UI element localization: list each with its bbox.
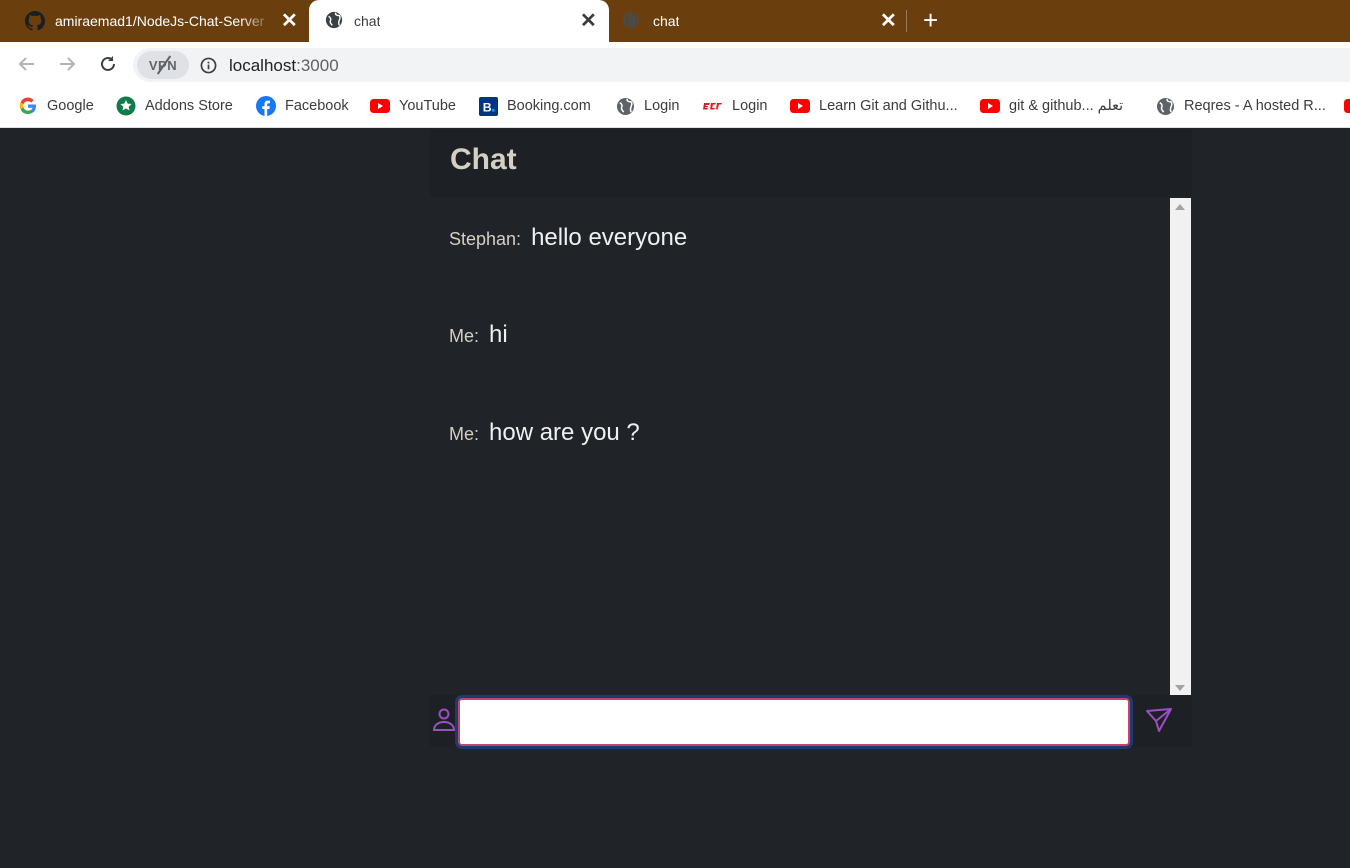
tab-chat-active[interactable]: chat ✕ [309, 0, 609, 42]
tab-title: chat [354, 13, 381, 29]
message-input[interactable] [455, 695, 1133, 749]
tab-chat[interactable]: chat ✕ [610, 0, 906, 42]
url-text: localhost:3000 [229, 56, 339, 76]
send-icon[interactable] [1145, 707, 1173, 738]
chat-header: Chat [430, 129, 1192, 197]
page-viewport: Chat Stephan: hello everyone Me: hi Me: … [0, 129, 1350, 868]
address-bar[interactable]: VPN localhost:3000 [133, 48, 1350, 82]
bookmark-login-1[interactable]: Login [615, 96, 679, 116]
user-icon [432, 707, 456, 738]
bookmark-git-github-arabic[interactable]: git & github... تعلم [980, 96, 1123, 116]
back-arrow-icon[interactable] [15, 52, 39, 76]
tab-github[interactable]: amiraemad1/NodeJs-Chat-Server ✕ [0, 0, 308, 42]
url-host: localhost [229, 56, 297, 75]
bookmark-label: Login [732, 98, 768, 114]
bookmark-reqres[interactable]: Reqres - A hosted R... [1155, 96, 1326, 116]
message-sender: Stephan: [449, 229, 522, 249]
bookmark-label: Learn Git and Githu... [819, 98, 958, 114]
tab-title: amiraemad1/NodeJs-Chat-Server [55, 13, 265, 29]
bookmarks-bar: Google Addons Store Facebook YouTube B B… [0, 86, 1350, 128]
bookmark-google[interactable]: Google [18, 96, 94, 116]
message-sender: Me: [449, 424, 480, 444]
bookmark-label: git & github... تعلم [1009, 98, 1124, 114]
message-item: Stephan: hello everyone [449, 224, 687, 252]
booking-icon: B [478, 96, 498, 116]
message-sender: Me: [449, 326, 480, 346]
globe-icon [1155, 96, 1175, 116]
globe-icon [325, 11, 343, 32]
tab-title: chat [653, 13, 680, 29]
youtube-icon [790, 96, 810, 116]
bookmark-login-2[interactable]: Login [703, 96, 767, 116]
bookmark-booking[interactable]: B Booking.com [478, 96, 591, 116]
message-list[interactable]: Stephan: hello everyone Me: hi Me: how a… [430, 198, 1171, 698]
bookmark-youtube[interactable]: YouTube [370, 96, 456, 116]
youtube-icon [980, 96, 1000, 116]
globe-icon [615, 96, 635, 116]
bookmark-label: Reqres - A hosted R... [1184, 98, 1326, 114]
message-scrollbar[interactable] [1170, 198, 1191, 698]
scroll-down-arrow-icon[interactable] [1175, 685, 1185, 691]
login-brand-icon [703, 96, 723, 116]
message-item: Me: hi [449, 321, 508, 349]
bookmark-facebook[interactable]: Facebook [256, 96, 349, 116]
tab-separator [906, 10, 907, 32]
bookmark-addons-store[interactable]: Addons Store [116, 96, 233, 116]
bookmark-label: Facebook [285, 98, 349, 114]
message-text: how are you ? [489, 419, 640, 446]
bookmark-label: YouTube [399, 98, 456, 114]
message-item: Me: how are you ? [449, 419, 640, 447]
bookmark-label: Addons Store [145, 98, 233, 114]
github-icon [25, 11, 45, 34]
close-tab-icon[interactable]: ✕ [281, 11, 298, 31]
reload-icon[interactable] [96, 52, 120, 76]
chat-title: Chat [450, 143, 517, 176]
youtube-icon [1344, 96, 1350, 116]
message-text: hi [489, 321, 508, 348]
url-port: :3000 [296, 56, 339, 75]
facebook-icon [256, 96, 276, 116]
message-composer [430, 695, 1192, 749]
close-tab-icon[interactable]: ✕ [880, 11, 897, 31]
addons-store-icon [116, 96, 136, 116]
info-icon[interactable] [200, 57, 217, 79]
scroll-up-arrow-icon[interactable] [1175, 204, 1185, 210]
bookmark-label: Google [47, 98, 94, 114]
bookmark-label: Login [644, 98, 680, 114]
globe-icon [622, 11, 640, 32]
browser-toolbar: VPN localhost:3000 [0, 42, 1350, 86]
bookmark-label: Booking.com [507, 98, 591, 114]
svg-text:B: B [482, 100, 491, 114]
tab-strip: amiraemad1/NodeJs-Chat-Server ✕ chat ✕ c… [0, 0, 1350, 42]
new-tab-button[interactable]: + [923, 7, 938, 33]
vpn-badge[interactable]: VPN [137, 51, 189, 79]
message-text: hello everyone [531, 224, 688, 251]
google-icon [18, 96, 38, 116]
close-tab-icon[interactable]: ✕ [580, 11, 597, 31]
forward-arrow-icon[interactable] [55, 52, 79, 76]
youtube-icon [370, 96, 390, 116]
bookmark-learn-git[interactable]: Learn Git and Githu... [790, 96, 958, 116]
bookmark-overflow[interactable] [1344, 96, 1350, 116]
